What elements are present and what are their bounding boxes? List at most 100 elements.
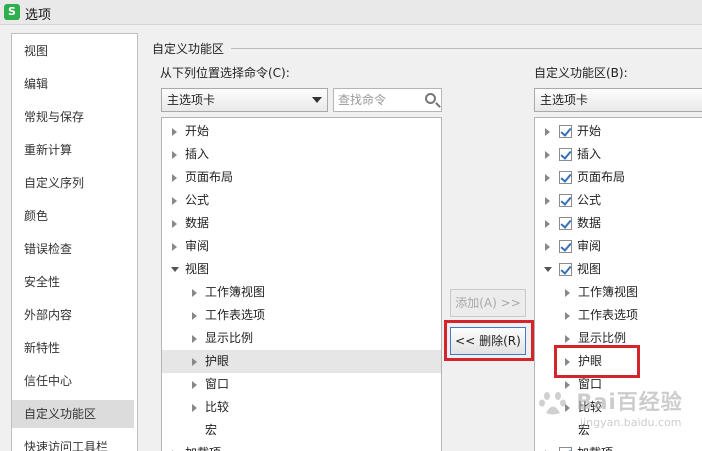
expand-arrow-icon[interactable] [192, 335, 197, 343]
expand-arrow-icon[interactable] [545, 220, 550, 228]
expand-arrow-icon[interactable] [192, 381, 197, 389]
tab-checkbox[interactable] [559, 148, 572, 161]
tree-item[interactable]: 视图 [535, 258, 702, 281]
search-placeholder: 查找命令 [338, 93, 387, 107]
tree-item-label: 工作簿视图 [205, 285, 266, 299]
tree-item-label: 插入 [577, 147, 602, 161]
tree-item-label: 数据 [577, 216, 602, 230]
sidebar-item[interactable]: 编辑 [12, 70, 134, 98]
tree-item[interactable]: 护眼 [162, 350, 441, 373]
collapse-arrow-icon[interactable] [544, 267, 552, 272]
sidebar-item[interactable]: 自定义功能区 [12, 400, 134, 428]
tree-item-label: 审阅 [577, 239, 602, 253]
tab-checkbox[interactable] [559, 125, 572, 138]
sidebar-item[interactable]: 视图 [12, 37, 134, 65]
search-command-input[interactable]: 查找命令 [333, 88, 442, 112]
sidebar-item[interactable]: 新特性 [12, 334, 134, 362]
tree-item[interactable]: 审阅 [162, 235, 441, 258]
expand-arrow-icon[interactable] [172, 220, 177, 228]
expand-arrow-icon[interactable] [545, 174, 550, 182]
sidebar-item[interactable]: 安全性 [12, 268, 134, 296]
tree-item[interactable]: 护眼 [535, 350, 702, 373]
sidebar-item[interactable]: 快速访问工具栏 [12, 433, 134, 451]
expand-arrow-icon[interactable] [565, 358, 570, 366]
expand-arrow-icon[interactable] [565, 289, 570, 297]
tree-item[interactable]: 插入 [162, 143, 441, 166]
remove-button[interactable]: << 删除(R) [450, 327, 526, 355]
tree-item[interactable]: 加载项 [162, 442, 441, 451]
expand-arrow-icon[interactable] [172, 128, 177, 136]
commands-source-value: 主选项卡 [167, 93, 216, 107]
expand-arrow-icon[interactable] [545, 243, 550, 251]
tree-item-label: 工作表选项 [205, 308, 266, 322]
tab-checkbox[interactable] [559, 217, 572, 230]
expand-arrow-icon[interactable] [565, 312, 570, 320]
tree-item-label: 比较 [205, 400, 230, 414]
tree-item[interactable]: 窗口 [162, 373, 441, 396]
expand-arrow-icon[interactable] [192, 289, 197, 297]
tab-checkbox[interactable] [559, 240, 572, 253]
tree-item[interactable]: 宏 [162, 419, 441, 442]
tree-item-label: 加载项 [185, 442, 221, 451]
tree-item[interactable]: 视图 [162, 258, 441, 281]
expand-arrow-icon[interactable] [192, 358, 197, 366]
expand-arrow-icon[interactable] [565, 335, 570, 343]
tree-item-label: 审阅 [185, 239, 210, 253]
tree-item[interactable]: 数据 [535, 212, 702, 235]
tree-item[interactable]: 页面布局 [535, 166, 702, 189]
tree-item[interactable]: 比较 [162, 396, 441, 419]
sidebar-item[interactable]: 外部内容 [12, 301, 134, 329]
collapse-arrow-icon[interactable] [171, 267, 179, 272]
choose-commands-label: 从下列位置选择命令(C): [160, 66, 290, 80]
sidebar-item[interactable]: 颜色 [12, 202, 134, 230]
tree-item[interactable]: 加载项 [535, 442, 702, 451]
tab-checkbox[interactable] [559, 447, 572, 451]
tree-item[interactable]: 公式 [535, 189, 702, 212]
tree-item-label: 插入 [185, 147, 210, 161]
baidu-watermark: Bai百经验 [538, 386, 683, 418]
ribbon-tabs-value: 主选项卡 [540, 93, 589, 107]
expand-arrow-icon[interactable] [172, 151, 177, 159]
tree-item-label: 工作簿视图 [578, 285, 639, 299]
available-commands-tree: 开始插入页面布局公式数据审阅视图工作簿视图工作表选项显示比例护眼窗口比较宏加载项 [161, 117, 442, 451]
ribbon-tabs-combo[interactable]: 主选项卡 [534, 88, 702, 112]
tree-item[interactable]: 开始 [535, 120, 702, 143]
tree-item[interactable]: 显示比例 [162, 327, 441, 350]
expand-arrow-icon[interactable] [172, 174, 177, 182]
tree-item[interactable]: 审阅 [535, 235, 702, 258]
group-title: 自定义功能区 [152, 40, 229, 57]
expand-arrow-icon[interactable] [545, 128, 550, 136]
tree-item-label: 开始 [577, 124, 602, 138]
tab-checkbox[interactable] [559, 263, 572, 276]
tree-item[interactable]: 开始 [162, 120, 441, 143]
tree-item-label: 公式 [185, 193, 210, 207]
expand-arrow-icon[interactable] [172, 243, 177, 251]
tree-item[interactable]: 显示比例 [535, 327, 702, 350]
tree-item-label: 页面布局 [577, 170, 626, 184]
tree-item[interactable]: 插入 [535, 143, 702, 166]
tree-item[interactable]: 数据 [162, 212, 441, 235]
sidebar-item[interactable]: 重新计算 [12, 136, 134, 164]
tab-checkbox[interactable] [559, 194, 572, 207]
tree-item[interactable]: 工作簿视图 [535, 281, 702, 304]
tab-checkbox[interactable] [559, 171, 572, 184]
sidebar-item[interactable]: 错误检查 [12, 235, 134, 263]
tree-item[interactable]: 页面布局 [162, 166, 441, 189]
expand-arrow-icon[interactable] [545, 151, 550, 159]
commands-source-combo[interactable]: 主选项卡 [161, 88, 328, 112]
add-button[interactable]: 添加(A) >> [450, 289, 526, 317]
tree-item[interactable]: 公式 [162, 189, 441, 212]
tree-item[interactable]: 工作表选项 [162, 304, 441, 327]
expand-arrow-icon[interactable] [172, 197, 177, 205]
tree-item-label: 视图 [185, 262, 210, 276]
expand-arrow-icon[interactable] [192, 312, 197, 320]
tree-item-label: 数据 [185, 216, 210, 230]
expand-arrow-icon[interactable] [545, 197, 550, 205]
tree-item[interactable]: 工作表选项 [535, 304, 702, 327]
tree-item[interactable]: 工作簿视图 [162, 281, 441, 304]
sidebar-item[interactable]: 常规与保存 [12, 103, 134, 131]
sidebar-item[interactable]: 自定义序列 [12, 169, 134, 197]
tree-item-label: 护眼 [578, 354, 603, 368]
expand-arrow-icon[interactable] [192, 404, 197, 412]
sidebar-item[interactable]: 信任中心 [12, 367, 134, 395]
